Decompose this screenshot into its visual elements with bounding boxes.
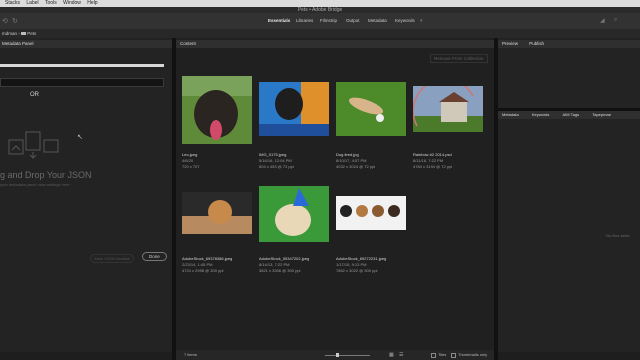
zoom-slider[interactable] [325, 355, 370, 356]
menu-window[interactable]: Window [63, 0, 81, 6]
preview-tabs: Preview Publish [498, 40, 640, 48]
file-meta: AdobeStock_55347202.jpeg 8/14/13, 7:22 P… [259, 256, 309, 274]
workspace-filmstrip[interactable]: Filmstrip [320, 18, 337, 23]
metadata-tabs: Metadata Keywords AIM Tags Tapepmae [498, 111, 640, 119]
thumbnails-only-checkbox[interactable] [451, 353, 456, 358]
cursor-icon: ↖ [77, 134, 83, 141]
file-dims: 604 x 453 @ 72 ppi [259, 164, 294, 169]
tiles-label: Tiles [438, 352, 447, 357]
sort-icon[interactable]: ◢ [600, 17, 605, 24]
file-meta: Rainbow #2 2014.psd 8/11/16, 7:22 PM 478… [413, 152, 452, 170]
text-field[interactable] [0, 64, 164, 67]
menu-bar: Stacks Label Tools Window Help [0, 0, 640, 7]
file-dims: 4784 x 3194 @ 72 ppi [413, 164, 453, 169]
tab-publish[interactable]: Publish [529, 41, 544, 46]
list-view-icon[interactable]: ☰ [399, 352, 403, 358]
menu-label[interactable]: Label [26, 0, 38, 6]
right-panel [498, 38, 640, 352]
tab-aim-tags[interactable]: AIM Tags [563, 112, 580, 117]
file-dims: 720 x 707 [182, 164, 200, 169]
workspace-essentials[interactable]: Essentials [268, 18, 290, 23]
search-icon[interactable]: ⌕ [614, 17, 617, 24]
file-dims: 4724 x 2998 @ 300 ppi [182, 268, 224, 273]
workspace-output[interactable]: Output [346, 18, 360, 23]
json-input[interactable] [0, 78, 164, 87]
item-count: 7 items [184, 352, 197, 357]
menu-help[interactable]: Help [87, 0, 97, 6]
workspace-metadata[interactable]: Metadata [368, 18, 387, 23]
thumbnail-dog-tired[interactable] [336, 82, 406, 136]
remove-from-collection-button[interactable]: Remove From Collection [430, 54, 488, 63]
drop-subtext: your metadata panel view settings here [0, 182, 70, 187]
tab-metadata-panel[interactable]: Metadata Panel [0, 40, 172, 48]
tab-preview[interactable]: Preview [502, 41, 518, 46]
file-meta: AdobeStock_69378386.jpeg 2/23/14, 1:45 P… [182, 256, 232, 274]
files-drop-icon [8, 131, 59, 159]
file-dims: 3821 x 3306 @ 300 ppi [259, 268, 301, 273]
thumbnail-stock-69272231[interactable] [336, 196, 406, 230]
thumbnail-stock-55347202[interactable] [259, 186, 329, 242]
breadcrumb-item[interactable]: mdman [2, 31, 17, 36]
file-dims: 4032 x 3024 @ 72 ppi [336, 164, 376, 169]
workspace-libraries[interactable]: Libraries [296, 18, 313, 23]
menu-tools[interactable]: Tools [45, 0, 57, 6]
breadcrumb-item[interactable]: Pets [27, 31, 36, 36]
file-meta: AdobeStock_69272231.jpeg 1/17/15, 9:13 P… [336, 256, 386, 274]
grid-view-icon[interactable]: ▦ [389, 352, 394, 358]
file-dims: 7852 x 3022 @ 300 ppi [336, 268, 378, 273]
zoom-handle[interactable] [336, 353, 339, 357]
no-selection-text: No files selec [606, 233, 630, 238]
folder-icon [21, 32, 27, 35]
or-label: OR [30, 92, 39, 98]
tab-keywords[interactable]: Keywords [532, 112, 550, 117]
file-meta: IMG_0175.jpeg 5/16/16, 12:04 PM 604 x 45… [259, 152, 294, 170]
thumbnail-leo[interactable] [182, 76, 252, 144]
tiles-checkbox[interactable] [431, 353, 436, 358]
file-meta: Leo.jpeg 4/6/20 720 x 707 [182, 152, 200, 170]
workspace-keywords[interactable]: Keywords [395, 18, 415, 23]
tab-tapepmae[interactable]: Tapepmae [592, 112, 611, 117]
tab-content[interactable]: Content [176, 40, 494, 48]
thumbnail-rainbow[interactable] [413, 86, 483, 132]
thumbnails-only-label: Thumbnails only [458, 352, 488, 357]
drop-heading: g and Drop Your JSON [0, 170, 92, 180]
tab-metadata[interactable]: Metadata [502, 112, 519, 117]
save-json-button[interactable]: Save JSON headink [90, 254, 135, 263]
menu-stacks[interactable]: Stacks [5, 0, 20, 6]
back-icon[interactable]: ⟲ [2, 17, 8, 25]
refresh-icon[interactable]: ↻ [12, 17, 18, 25]
chevron-down-icon[interactable]: ▾ [420, 18, 423, 24]
breadcrumb: mdman › Pets [0, 29, 640, 38]
thumbnail-img-0175[interactable] [259, 82, 329, 136]
done-button[interactable]: Done [142, 252, 167, 261]
thumbnail-stock-69378386[interactable] [182, 192, 252, 234]
file-meta: Dog tired.jpg 8/10/17, 4:57 PM 4032 x 30… [336, 152, 375, 170]
